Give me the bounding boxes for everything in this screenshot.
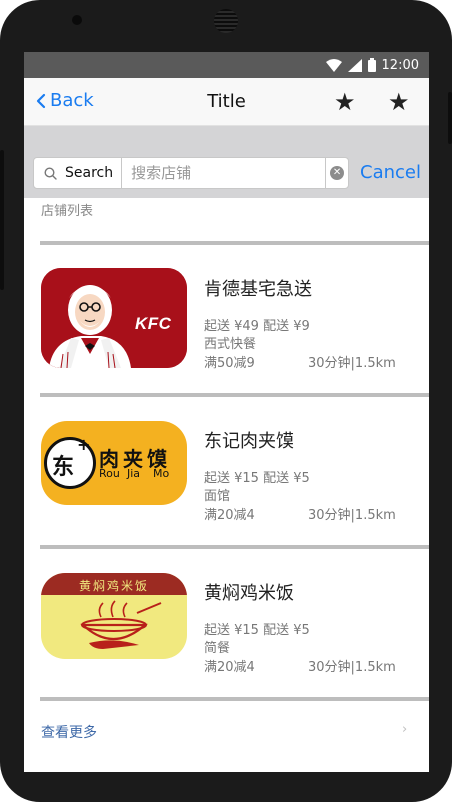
front-camera (72, 15, 82, 25)
cancel-button[interactable]: Cancel (360, 162, 421, 183)
store-promo: 满50减9 (204, 356, 255, 371)
logo-text: KFC (135, 314, 172, 333)
clear-icon: ✕ (330, 166, 345, 180)
store-item-kfc[interactable]: KFC 肯德基宅急送 起送 ¥49 配送 ¥9 西式快餐 满50减9 30分钟|… (40, 245, 429, 393)
store-item-dongji[interactable]: 东 + 肉夹馍 Rou Jia Mo 东记肉夹馍 起送 ¥15 配送 ¥5 面馆… (40, 397, 429, 545)
store-fees: 起送 ¥49 配送 ¥9 (204, 319, 310, 334)
search-label-group: Search (34, 158, 123, 188)
logo-subtitle: Jia (127, 467, 141, 480)
chevron-left-icon (36, 93, 46, 108)
huangmenji-logo: 黄焖鸡米饭 (41, 573, 187, 659)
battery-icon (367, 58, 376, 72)
store-fees: 起送 ¥15 配送 ¥5 (204, 471, 310, 486)
search-label: Search (65, 165, 114, 181)
store-item-huangmenji[interactable]: 黄焖鸡米饭 黄焖鸡米饭 起送 ¥15 配送 ¥5 简餐 满20减4 30分钟|1… (40, 549, 429, 697)
phone-frame: 12:00 Back Title ★ ★ Search 搜索店铺 ✕ Cance… (0, 0, 452, 802)
search-input[interactable] (122, 158, 326, 188)
status-bar: 12:00 (24, 52, 429, 78)
section-label: 店铺列表 (41, 204, 94, 219)
store-distance: 30分钟|1.5km (308, 508, 396, 523)
store-name: 肯德基宅急送 (204, 279, 312, 300)
store-list: KFC 肯德基宅急送 起送 ¥49 配送 ¥9 西式快餐 满50减9 30分钟|… (40, 241, 429, 701)
wifi-icon (325, 58, 342, 72)
store-distance: 30分钟|1.5km (308, 660, 396, 675)
logo-subtitle: Rou (99, 467, 120, 480)
side-button-right (448, 92, 452, 144)
star-icon[interactable]: ★ (334, 88, 356, 116)
store-fees: 起送 ¥15 配送 ¥5 (204, 623, 310, 638)
store-promo: 满20减4 (204, 660, 255, 675)
logo-plus: + (77, 435, 91, 454)
dongji-logo: 东 + 肉夹馍 Rou Jia Mo (41, 421, 187, 505)
bowl-icon (80, 600, 162, 649)
back-button[interactable]: Back (36, 90, 94, 111)
clear-search-button[interactable]: ✕ (325, 158, 348, 188)
logo-circle-char: 东 (52, 455, 75, 480)
search-box: Search ✕ (33, 157, 349, 189)
signal-icon (347, 58, 362, 72)
back-label: Back (50, 90, 94, 111)
view-more-link[interactable]: 查看更多 (41, 722, 97, 742)
store-name: 东记肉夹馍 (204, 431, 294, 452)
kfc-logo: KFC (41, 268, 187, 368)
navigation-bar: Back Title ★ ★ (24, 78, 429, 126)
chevron-right-icon[interactable]: › (402, 722, 407, 737)
screen: 12:00 Back Title ★ ★ Search 搜索店铺 ✕ Cance… (24, 52, 429, 772)
logo-subtitle: Mo (153, 467, 170, 480)
status-time: 12:00 (381, 57, 419, 73)
store-promo: 满20减4 (204, 508, 255, 523)
star-icon[interactable]: ★ (388, 88, 410, 116)
search-bar: Search ✕ Cancel (24, 126, 429, 198)
earpiece-speaker (214, 9, 238, 33)
store-category: 简餐 (204, 641, 231, 656)
divider (40, 697, 429, 701)
side-button-left (0, 150, 4, 290)
search-icon (44, 166, 57, 180)
store-distance: 30分钟|1.5km (308, 356, 396, 371)
store-category: 面馆 (204, 489, 231, 504)
store-category: 西式快餐 (204, 337, 257, 352)
store-name: 黄焖鸡米饭 (204, 583, 294, 604)
